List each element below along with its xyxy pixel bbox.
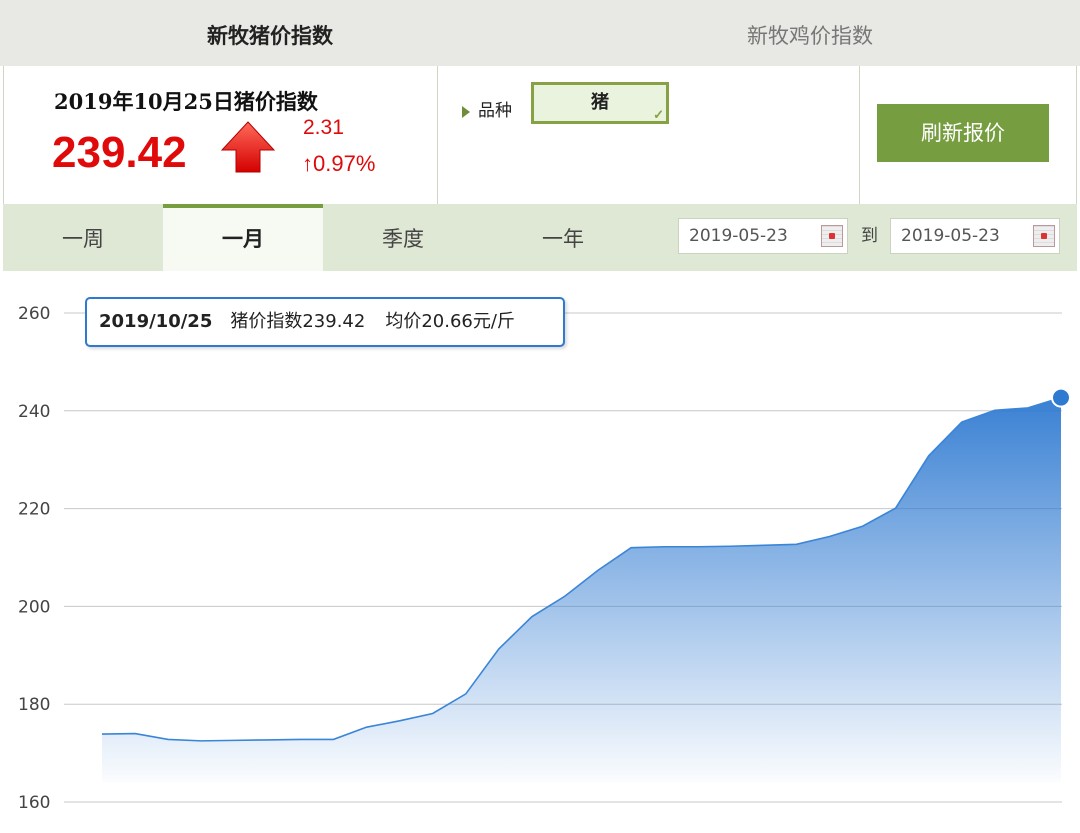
data-point[interactable] <box>727 543 733 549</box>
data-point[interactable] <box>827 533 833 539</box>
data-point[interactable] <box>198 738 204 744</box>
end-date-input[interactable]: 2019-05-23 <box>890 218 1060 254</box>
data-point[interactable] <box>463 691 469 697</box>
start-date-input[interactable]: 2019-05-23 <box>678 218 848 254</box>
variety-value: 猪 <box>591 92 609 113</box>
triangle-right-icon <box>462 105 470 118</box>
index-value: 239.42 <box>52 128 187 177</box>
data-point[interactable] <box>628 545 634 551</box>
data-point[interactable] <box>926 453 932 459</box>
price-index-chart: 160 180 200 220 240 260 <box>18 304 1071 813</box>
y-tick-label: 200 <box>18 597 50 617</box>
tab-month[interactable]: 一月 <box>163 204 323 271</box>
data-point[interactable] <box>959 419 965 425</box>
divider <box>437 66 438 204</box>
to-label: 到 <box>861 226 878 246</box>
tab-week[interactable]: 一周 <box>3 204 163 271</box>
data-point[interactable] <box>397 718 403 724</box>
data-point[interactable] <box>430 710 436 716</box>
variety-select[interactable]: 猪 ✓ <box>531 82 669 124</box>
tooltip-date: 2019/10/25 <box>99 311 213 332</box>
data-point[interactable] <box>529 614 535 620</box>
refresh-button[interactable]: 刷新报价 <box>877 104 1049 162</box>
series-area <box>102 397 1061 783</box>
data-point[interactable] <box>297 736 303 742</box>
data-point[interactable] <box>364 724 370 730</box>
chart-tooltip: 2019/10/25 猪价指数239.42 均价20.66元/斤 <box>85 297 565 347</box>
calendar-icon[interactable] <box>821 225 843 247</box>
data-point[interactable] <box>760 542 766 548</box>
data-point[interactable] <box>1025 405 1031 411</box>
tab-chicken-index[interactable]: 新牧鸡价指数 <box>540 0 1080 66</box>
data-point[interactable] <box>562 593 568 599</box>
data-point[interactable] <box>330 736 336 742</box>
period-tab-bar: 一周 一月 季度 一年 2019-05-23 到 2019-05-23 <box>3 204 1077 271</box>
calendar-icon[interactable] <box>1033 225 1055 247</box>
tooltip-average: 均价20.66元/斤 <box>385 311 515 332</box>
data-point[interactable] <box>99 731 105 737</box>
check-icon: ✓ <box>653 108 664 123</box>
y-tick-label: 240 <box>18 402 50 422</box>
data-point[interactable] <box>132 731 138 737</box>
highlighted-data-point[interactable] <box>1051 387 1071 408</box>
divider <box>859 66 860 204</box>
data-point[interactable] <box>595 567 601 573</box>
data-point[interactable] <box>893 505 899 511</box>
data-point[interactable] <box>661 544 667 550</box>
data-point[interactable] <box>860 523 866 529</box>
data-point[interactable] <box>694 544 700 550</box>
data-point[interactable] <box>165 736 171 742</box>
data-point[interactable] <box>793 541 799 547</box>
data-point[interactable] <box>496 646 502 652</box>
data-point[interactable] <box>231 737 237 743</box>
change-value: 2.31 <box>303 116 344 139</box>
tab-quarter[interactable]: 季度 <box>323 204 483 271</box>
up-arrow-icon <box>220 121 276 173</box>
tab-pig-index[interactable]: 新牧猪价指数 <box>0 0 540 66</box>
y-tick-label: 180 <box>18 695 50 715</box>
index-title: 2019年10月25日猪价指数 <box>54 89 318 114</box>
top-tab-bar: 新牧猪价指数 新牧鸡价指数 <box>0 0 1080 66</box>
data-point[interactable] <box>992 407 998 413</box>
tab-year[interactable]: 一年 <box>483 204 643 271</box>
y-tick-label: 160 <box>18 793 50 813</box>
y-tick-label: 260 <box>18 304 50 324</box>
tooltip-index: 猪价指数239.42 <box>230 311 366 332</box>
data-point[interactable] <box>264 737 270 743</box>
y-tick-label: 220 <box>18 500 50 520</box>
variety-label: 品种 <box>462 96 512 121</box>
change-percent: ↑0.97% <box>302 151 376 176</box>
summary-panel: 2019年10月25日猪价指数 239.42 2.31 ↑0.97% 品种 猪 … <box>3 66 1077 204</box>
